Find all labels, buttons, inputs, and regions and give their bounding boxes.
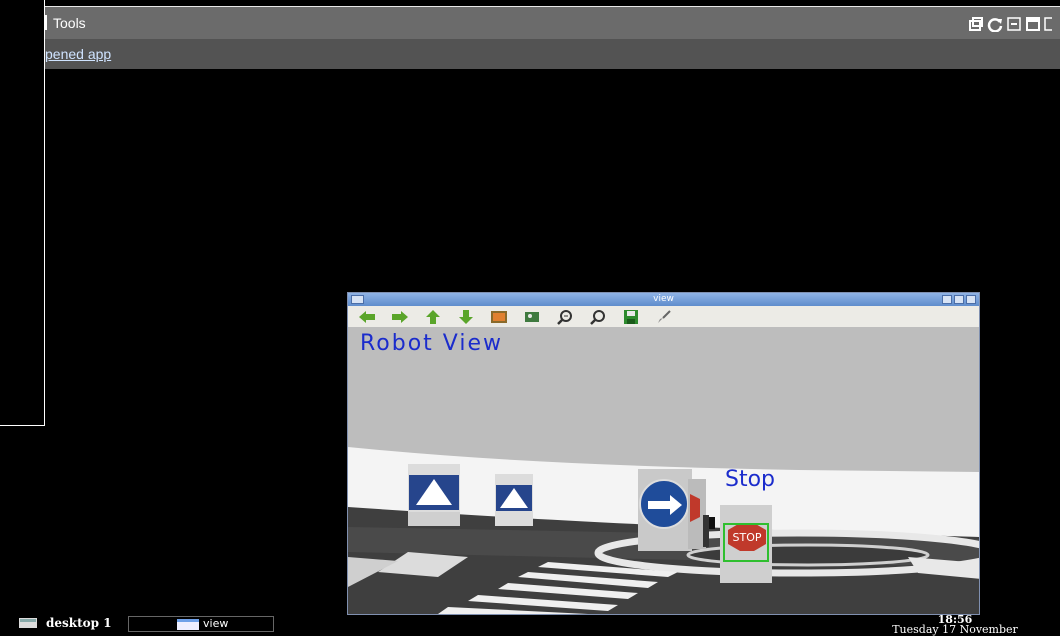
scene-render: STOP bbox=[348, 327, 979, 614]
zoom-in-icon[interactable] bbox=[554, 309, 576, 325]
window-controls bbox=[942, 295, 976, 304]
left-panel bbox=[0, 0, 45, 426]
desktop-switcher[interactable]: desktop 1 bbox=[18, 616, 112, 630]
desktop-label: desktop 1 bbox=[46, 616, 112, 630]
window-toolbar bbox=[348, 306, 979, 327]
desktop-icon bbox=[18, 617, 38, 629]
window-close-button[interactable] bbox=[966, 295, 976, 304]
stop-sign-text: STOP bbox=[733, 531, 762, 544]
picture-icon[interactable] bbox=[521, 309, 543, 325]
scene-heading: Robot View bbox=[360, 331, 504, 356]
taskbar-item-view[interactable]: view bbox=[128, 616, 274, 632]
image-icon[interactable] bbox=[488, 309, 510, 325]
view-window: view STOP Robot View Stop bbox=[347, 292, 980, 615]
arrow-right-icon[interactable] bbox=[389, 309, 411, 325]
minimize-icon[interactable] bbox=[1006, 16, 1022, 32]
maximize-icon[interactable] bbox=[1025, 16, 1041, 32]
window-minimize-button[interactable] bbox=[942, 295, 952, 304]
window-titlebar[interactable]: view bbox=[348, 293, 979, 306]
window-title: view bbox=[653, 294, 674, 304]
app-subheader: pened app bbox=[45, 39, 1060, 69]
detection-label: Stop bbox=[725, 467, 776, 492]
header-title: Tools bbox=[45, 15, 86, 31]
zoom-out-icon[interactable] bbox=[587, 309, 609, 325]
taskbar: desktop 1 view 18:56 Tuesday 17 November bbox=[0, 614, 1060, 636]
restore-window-icon[interactable] bbox=[968, 16, 984, 32]
clock-date: Tuesday 17 November bbox=[892, 623, 1018, 636]
opened-app-link[interactable]: pened app bbox=[45, 46, 111, 62]
refresh-icon[interactable] bbox=[987, 16, 1003, 33]
window-maximize-button[interactable] bbox=[954, 295, 964, 304]
arrow-left-icon[interactable] bbox=[356, 309, 378, 325]
header-icons bbox=[968, 16, 1060, 33]
window-icon bbox=[177, 619, 199, 630]
clock: 18:56 Tuesday 17 November bbox=[885, 614, 1025, 636]
save-icon[interactable] bbox=[620, 309, 642, 325]
arrow-up-icon[interactable] bbox=[422, 309, 444, 325]
arrow-down-icon[interactable] bbox=[455, 309, 477, 325]
robot-camera-view: STOP Robot View Stop bbox=[348, 327, 979, 614]
brush-icon[interactable] bbox=[653, 309, 675, 325]
app-header: Tools bbox=[45, 6, 1060, 40]
header-title-text: Tools bbox=[53, 15, 86, 31]
close-icon[interactable] bbox=[1044, 16, 1060, 32]
taskbar-item-label: view bbox=[203, 617, 229, 630]
